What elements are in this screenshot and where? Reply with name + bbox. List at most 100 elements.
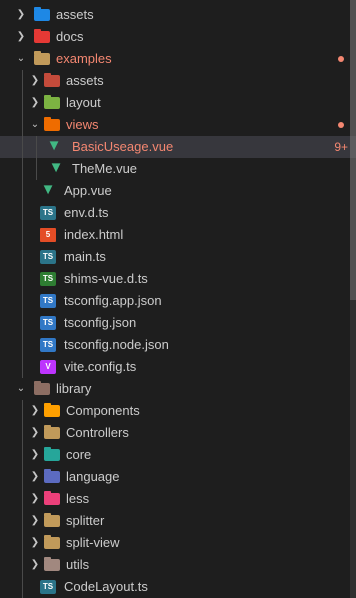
chevron-down-icon[interactable]: ⌄ xyxy=(14,378,28,400)
problems-badge: 9+ xyxy=(334,140,348,154)
tree-file-app-vue[interactable]: ▼ App.vue xyxy=(0,180,356,202)
folder-icon xyxy=(44,491,60,505)
chevron-right-icon[interactable]: ❯ xyxy=(14,4,28,26)
chevron-right-icon[interactable]: ❯ xyxy=(28,444,42,466)
tree-file-main-ts[interactable]: TS main.ts xyxy=(0,246,356,268)
tree-folder-layout[interactable]: ❯ layout xyxy=(0,92,356,114)
tree-item-label: tsconfig.json xyxy=(64,315,137,330)
html-icon: 5 xyxy=(40,228,56,242)
tree-item-label: tsconfig.node.json xyxy=(64,337,169,352)
tree-item-label: index.html xyxy=(64,227,124,242)
chevron-right-icon[interactable]: ❯ xyxy=(28,466,42,488)
chevron-right-icon[interactable]: ❯ xyxy=(28,422,42,444)
indent-guide xyxy=(22,422,23,444)
folder-icon xyxy=(44,535,60,549)
chevron-right-icon[interactable]: ❯ xyxy=(14,26,28,48)
chevron-right-icon[interactable]: ❯ xyxy=(28,92,42,114)
tree-item-label: examples xyxy=(56,51,112,66)
chevron-right-icon[interactable]: ❯ xyxy=(28,510,42,532)
tree-file-vite-config-ts[interactable]: V vite.config.ts xyxy=(0,356,356,378)
indent-guide xyxy=(36,158,37,180)
folder-icon xyxy=(44,95,60,109)
tree-item-label: env.d.ts xyxy=(64,205,109,220)
tree-folder-core[interactable]: ❯ core xyxy=(0,444,356,466)
chevron-right-icon[interactable]: ❯ xyxy=(28,400,42,422)
tsconfig-icon: TS xyxy=(40,294,56,308)
indent-guide xyxy=(22,576,23,598)
tree-file-theme-vue[interactable]: ▼ TheMe.vue xyxy=(0,158,356,180)
folder-open-icon xyxy=(34,381,50,395)
tree-folder-splitter[interactable]: ❯ splitter xyxy=(0,510,356,532)
indent-guide xyxy=(22,92,23,114)
tree-file-tsconfig-app-json[interactable]: TS tsconfig.app.json xyxy=(0,290,356,312)
tree-item-label: main.ts xyxy=(64,249,106,264)
chevron-right-icon[interactable]: ❯ xyxy=(28,488,42,510)
modified-dot-icon xyxy=(338,56,344,62)
indent-guide xyxy=(22,114,23,136)
indent-guide xyxy=(22,290,23,312)
folder-icon xyxy=(34,29,50,43)
indent-guide xyxy=(22,356,23,378)
tree-folder-components[interactable]: ❯ Components xyxy=(0,400,356,422)
typescript-icon: TS xyxy=(40,580,56,594)
folder-icon xyxy=(34,7,50,21)
indent-guide xyxy=(22,70,23,92)
indent-guide xyxy=(22,510,23,532)
tree-item-label: vite.config.ts xyxy=(64,359,137,374)
indent-guide xyxy=(22,224,23,246)
tree-file-tsconfig-json[interactable]: TS tsconfig.json xyxy=(0,312,356,334)
indent-guide xyxy=(22,532,23,554)
tree-folder-assets-nested[interactable]: ❯ assets xyxy=(0,70,356,92)
tree-folder-less[interactable]: ❯ less xyxy=(0,488,356,510)
modified-dot-icon xyxy=(338,122,344,128)
indent-guide xyxy=(22,400,23,422)
tree-item-label: library xyxy=(56,381,92,396)
tree-item-label: App.vue xyxy=(64,183,112,198)
tree-folder-library[interactable]: ⌄ library xyxy=(0,378,356,400)
tree-item-label: Components xyxy=(66,403,140,418)
folder-open-icon xyxy=(44,117,60,131)
tree-item-label: splitter xyxy=(66,513,105,528)
indent-guide xyxy=(22,136,23,158)
tree-folder-docs[interactable]: ❯ docs xyxy=(0,26,356,48)
tsconfig-icon: TS xyxy=(40,316,56,330)
tree-item-label: assets xyxy=(66,73,104,88)
folder-icon xyxy=(44,73,60,87)
tree-folder-utils[interactable]: ❯ utils xyxy=(0,554,356,576)
indent-guide xyxy=(36,136,37,158)
scrollbar-thumb[interactable] xyxy=(350,0,356,300)
indent-guide xyxy=(22,334,23,356)
tree-folder-controllers[interactable]: ❯ Controllers xyxy=(0,422,356,444)
indent-guide xyxy=(22,158,23,180)
tree-file-tsconfig-node-json[interactable]: TS tsconfig.node.json xyxy=(0,334,356,356)
folder-icon xyxy=(44,557,60,571)
tree-file-basicuseage-vue[interactable]: ▼ BasicUseage.vue 9+ xyxy=(0,136,356,158)
chevron-down-icon[interactable]: ⌄ xyxy=(28,114,42,136)
tree-folder-assets[interactable]: ❯ assets xyxy=(0,4,356,26)
typescript-icon: TS xyxy=(40,272,56,286)
tree-file-env-d-ts[interactable]: TS env.d.ts xyxy=(0,202,356,224)
tree-file-index-html[interactable]: 5 index.html xyxy=(0,224,356,246)
chevron-down-icon[interactable]: ⌄ xyxy=(14,48,28,70)
tree-file-shims-vue-d-ts[interactable]: TS shims-vue.d.ts xyxy=(0,268,356,290)
tree-item-label: Controllers xyxy=(66,425,129,440)
tree-item-label: layout xyxy=(66,95,101,110)
tree-item-label: less xyxy=(66,491,90,506)
tree-folder-examples[interactable]: ⌄ examples xyxy=(0,48,356,70)
tree-item-label: shims-vue.d.ts xyxy=(64,271,148,286)
tree-folder-language[interactable]: ❯ language xyxy=(0,466,356,488)
folder-open-icon xyxy=(34,51,50,65)
chevron-right-icon[interactable]: ❯ xyxy=(28,70,42,92)
tree-item-label: tsconfig.app.json xyxy=(64,293,162,308)
indent-guide xyxy=(22,312,23,334)
vertical-scrollbar[interactable] xyxy=(350,0,356,598)
tree-item-label: split-view xyxy=(66,535,120,550)
tree-file-codelayout-ts[interactable]: TS CodeLayout.ts xyxy=(0,576,356,598)
indent-guide xyxy=(22,466,23,488)
tree-folder-split-view[interactable]: ❯ split-view xyxy=(0,532,356,554)
folder-icon xyxy=(44,425,60,439)
tree-folder-views[interactable]: ⌄ views xyxy=(0,114,356,136)
vue-icon: ▼ xyxy=(46,137,62,154)
chevron-right-icon[interactable]: ❯ xyxy=(28,532,42,554)
chevron-right-icon[interactable]: ❯ xyxy=(28,554,42,576)
